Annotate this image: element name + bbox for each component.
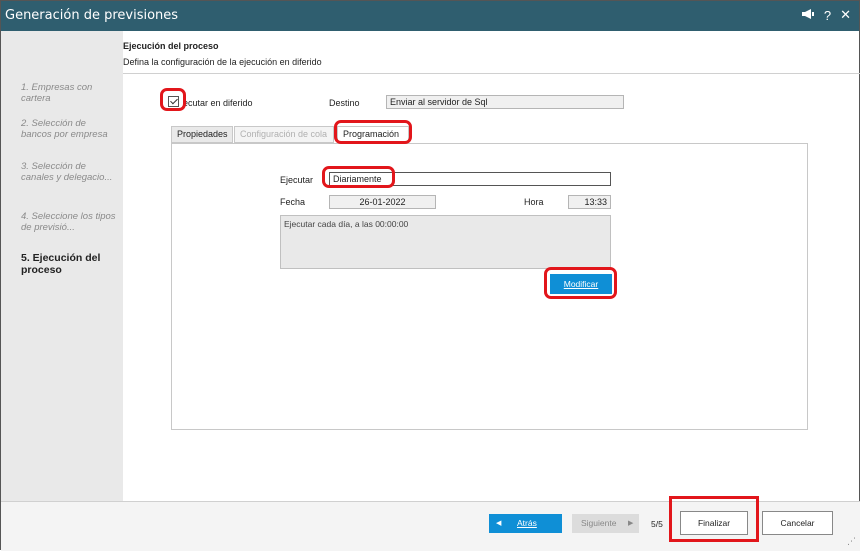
modify-button[interactable]: Modificar (550, 274, 612, 294)
ejecutar-label: Ejecutar (280, 175, 314, 185)
step-2-bancos[interactable]: 2. Selección de bancos por empresa (21, 118, 119, 140)
cancel-button[interactable]: Cancelar (762, 511, 833, 535)
step-description: Defina la configuración de la ejecución … (123, 57, 322, 67)
destino-label: Destino (329, 98, 360, 108)
arrow-left-icon: ◀ (496, 520, 502, 527)
wizard-steps-sidebar: 1. Empresas con cartera 2. Selección de … (1, 31, 123, 501)
step-1-empresas[interactable]: 1. Empresas con cartera (21, 82, 119, 104)
window-title: Generación de previsiones (5, 8, 179, 23)
step-4-tipos[interactable]: 4. Seleccione los tipos de previsió... (21, 211, 119, 233)
destino-field[interactable]: Enviar al servidor de Sql (386, 95, 624, 109)
schedule-summary: Ejecutar cada día, a las 00:00:00 (280, 215, 611, 269)
next-button[interactable]: Siguiente ▶ (572, 514, 639, 533)
arrow-right-icon: ▶ (628, 520, 634, 527)
back-button-label: Atrás (517, 518, 537, 528)
title-bar: Generación de previsiones ? ✕ (1, 1, 859, 31)
title-bar-icons: ? ✕ (801, 7, 851, 23)
help-icon[interactable]: ? (824, 8, 831, 23)
megaphone-icon[interactable] (801, 8, 815, 23)
tab-programacion[interactable]: Programación (337, 126, 409, 143)
fecha-label: Fecha (280, 197, 306, 207)
programacion-panel (171, 143, 808, 430)
fecha-field[interactable]: 26-01-2022 (329, 195, 436, 209)
step-3-canales[interactable]: 3. Selección de canales y delegacio... (21, 161, 119, 183)
modify-button-label: Modificar (563, 279, 599, 289)
close-icon[interactable]: ✕ (840, 7, 851, 23)
header-divider (123, 73, 860, 74)
hora-label: Hora (524, 197, 544, 207)
back-button[interactable]: ◀ Atrás (489, 514, 562, 533)
step-5-ejecucion[interactable]: 5. Ejecución del proceso (21, 252, 119, 276)
tab-configuracion-cola[interactable]: Configuración de cola (234, 126, 334, 143)
next-button-label: Siguiente (581, 518, 617, 528)
step-title: Ejecución del proceso (123, 41, 219, 51)
dialog-window: Generación de previsiones ? ✕ 1. Empresa… (0, 0, 860, 551)
tab-propiedades[interactable]: Propiedades (171, 126, 233, 143)
deferred-checkbox-label: ecutar en diferido (183, 98, 253, 108)
deferred-checkbox[interactable] (168, 96, 179, 107)
page-count: 5/5 (651, 519, 663, 529)
ejecutar-field[interactable]: Diariamente (329, 172, 611, 186)
hora-field[interactable]: 13:33 (568, 195, 611, 209)
finish-button[interactable]: Finalizar (680, 511, 748, 535)
resize-grip-icon[interactable]: ⋰ (847, 536, 856, 547)
